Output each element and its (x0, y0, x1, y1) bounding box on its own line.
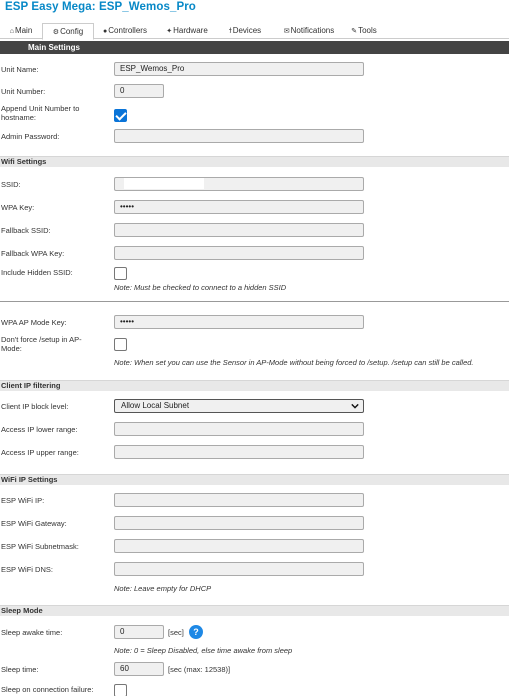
esp-wifi-dns-input[interactable] (114, 562, 364, 576)
include-hidden-ssid-label: Include Hidden SSID: (1, 268, 73, 277)
tab-devices[interactable]: ϯDevices (222, 23, 268, 39)
access-ip-lower-range-label: Access IP lower range: (1, 425, 78, 434)
tab-bar: ⌂Main ⚙Config ●Controllers ✦Hardware ϯDe… (0, 23, 509, 40)
chat-icon: ● (103, 28, 108, 35)
unit-number-label: Unit Number: (1, 87, 46, 96)
tab-notifications[interactable]: ✉Notifications (278, 23, 340, 39)
admin-password-input[interactable] (114, 129, 364, 143)
sleep-time-input[interactable]: 60 (114, 662, 164, 676)
wifi-settings-header: Wifi Settings (0, 156, 509, 167)
tab-tools[interactable]: ✎Tools (346, 23, 382, 39)
sleep-awake-time-label: Sleep awake time: (1, 628, 63, 637)
dont-force-setup-checkbox[interactable] (114, 338, 127, 351)
wifi-ip-settings-header: WiFi IP Settings (0, 474, 509, 485)
sleep-mode-header: Sleep Mode (0, 605, 509, 616)
access-ip-upper-range-input[interactable] (114, 445, 364, 459)
sleep-time-label: Sleep time: (1, 665, 39, 674)
pin-icon: ✦ (166, 28, 173, 35)
main-settings-header: Main Settings (0, 41, 509, 54)
esp-wifi-gateway-label: ESP WiFi Gateway: (1, 519, 67, 528)
unit-number-input[interactable]: 0 (114, 84, 164, 98)
sleep-on-connection-failure-label: Sleep on connection failure: (1, 685, 94, 694)
esp-wifi-subnetmask-label: ESP WiFi Subnetmask: (1, 542, 79, 551)
plug-icon: ϯ (228, 28, 232, 35)
tab-config[interactable]: ⚙Config (42, 23, 94, 40)
esp-wifi-ip-input[interactable] (114, 493, 364, 507)
hidden-ssid-note: Note: Must be checked to connect to a hi… (114, 283, 287, 292)
gear-icon: ⚙ (52, 29, 60, 36)
fallback-ssid-label: Fallback SSID: (1, 226, 51, 235)
wpa-ap-mode-key-label: WPA AP Mode Key: (1, 318, 67, 327)
fallback-wpa-key-input[interactable] (114, 246, 364, 260)
fallback-ssid-input[interactable] (114, 223, 364, 237)
unit-name-input[interactable]: ESP_Wemos_Pro (114, 62, 364, 76)
dont-force-setup-note: Note: When set you can use the Sensor in… (114, 358, 474, 367)
tab-hardware[interactable]: ✦Hardware (160, 23, 214, 39)
app-title: ESP Easy Mega: ESP_Wemos_Pro (5, 1, 196, 13)
wpa-key-label: WPA Key: (1, 203, 35, 212)
esp-wifi-gateway-input[interactable] (114, 516, 364, 530)
wpa-ap-mode-key-input[interactable]: ••••• (114, 315, 364, 329)
chevron-down-icon (351, 403, 359, 409)
sleep-awake-unit: [sec] (168, 628, 184, 637)
redaction-box (124, 178, 204, 189)
esp-wifi-subnetmask-input[interactable] (114, 539, 364, 553)
include-hidden-ssid-checkbox[interactable] (114, 267, 127, 280)
sleep-awake-note: Note: 0 = Sleep Disabled, else time awak… (114, 646, 293, 655)
append-unit-number-label: Append Unit Number to hostname: (1, 104, 80, 122)
ssid-label: SSID: (1, 180, 21, 189)
sleep-on-connection-failure-checkbox[interactable] (114, 684, 127, 696)
client-ip-block-level-value: Allow Local Subnet (121, 401, 190, 410)
esp-wifi-ip-label: ESP WiFi IP: (1, 496, 45, 505)
dhcp-note: Note: Leave empty for DHCP (114, 584, 212, 593)
mail-icon: ✉ (283, 28, 290, 35)
section-divider (0, 301, 509, 302)
dont-force-setup-label: Don't force /setup in AP-Mode: (1, 335, 82, 353)
access-ip-upper-range-label: Access IP upper range: (1, 448, 79, 457)
tab-controllers[interactable]: ●Controllers (97, 23, 153, 39)
client-ip-block-level-label: Client IP block level: (1, 402, 69, 411)
access-ip-lower-range-input[interactable] (114, 422, 364, 436)
tab-main[interactable]: ⌂Main (0, 23, 42, 39)
wrench-icon: ✎ (351, 28, 358, 35)
wpa-key-input[interactable]: ••••• (114, 200, 364, 214)
unit-name-label: Unit Name: (1, 65, 39, 74)
append-unit-number-checkbox[interactable] (114, 109, 127, 122)
help-icon[interactable]: ? (189, 625, 203, 639)
sleep-time-unit: [sec (max: 12538)] (168, 665, 231, 674)
sleep-awake-time-input[interactable]: 0 (114, 625, 164, 639)
admin-password-label: Admin Password: (1, 132, 60, 141)
esp-wifi-dns-label: ESP WiFi DNS: (1, 565, 53, 574)
fallback-wpa-key-label: Fallback WPA Key: (1, 249, 65, 258)
client-ip-block-level-select[interactable]: Allow Local Subnet (114, 399, 364, 413)
home-icon: ⌂ (9, 28, 14, 35)
client-ip-filtering-header: Client IP filtering (0, 380, 509, 391)
